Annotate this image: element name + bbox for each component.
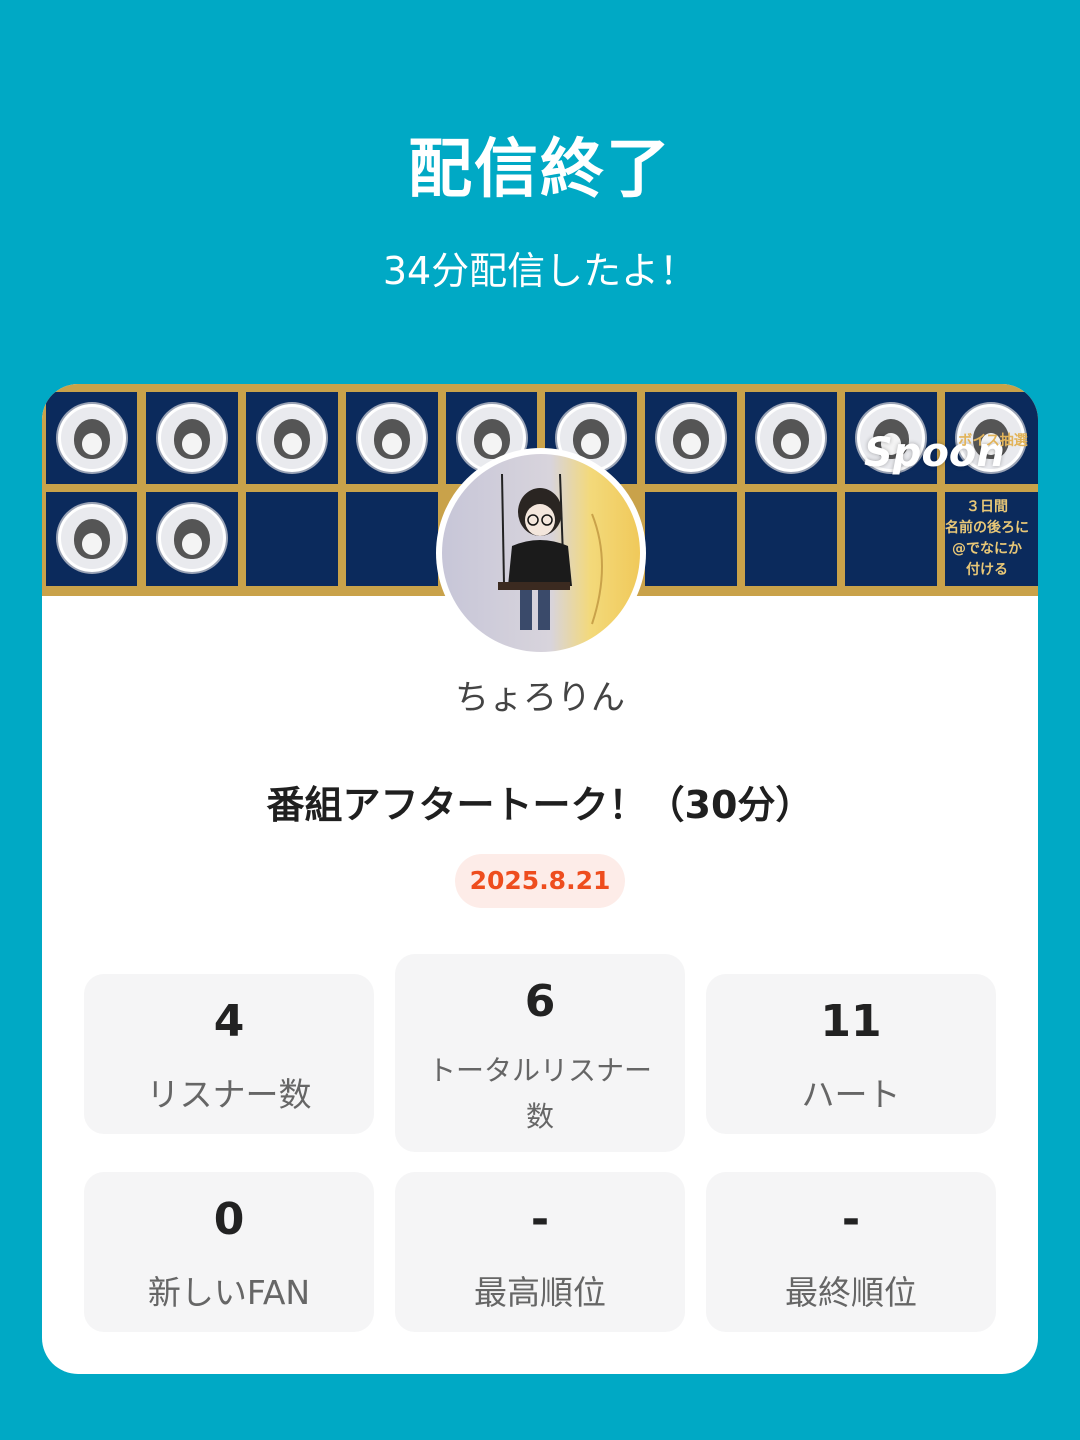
penguin-badge-icon — [58, 504, 126, 572]
stat-final-rank: - 最終順位 — [706, 1172, 996, 1332]
stat-new-fans: 0 新しいFAN — [84, 1172, 374, 1332]
stat-highest-rank: - 最高順位 — [395, 1172, 685, 1332]
stat-hearts: 11 ハート — [706, 974, 996, 1134]
broadcast-summary-card: Spoon ボイス抽選 ３日間 名前の後ろに @でなにか 付ける ちょろりん 番… — [42, 384, 1038, 1374]
stat-value: 4 — [213, 996, 245, 1047]
avatar-illustration-icon — [442, 454, 640, 652]
page-title: 配信終了 — [408, 133, 672, 207]
penguin-badge-icon — [158, 504, 226, 572]
stat-value: 6 — [524, 976, 556, 1027]
stat-label: リスナー数 — [146, 1075, 312, 1114]
stat-value: 0 — [213, 1194, 245, 1245]
stat-label: ハート — [801, 1075, 901, 1114]
penguin-badge-icon — [158, 404, 226, 472]
date-badge: 2025.8.21 — [455, 854, 625, 908]
program-title: 番組アフタートーク！（30分） — [266, 783, 814, 827]
user-name: ちょろりん — [455, 678, 625, 718]
stat-value: - — [841, 1194, 861, 1245]
stat-label: 新しいFAN — [147, 1273, 311, 1312]
penguin-badge-icon — [58, 404, 126, 472]
avatar[interactable] — [436, 448, 646, 658]
penguin-badge-icon — [757, 404, 825, 472]
banner-tag: ボイス抽選 — [958, 433, 1028, 449]
stat-listeners: 4 リスナー数 — [84, 974, 374, 1134]
penguin-badge-icon — [358, 404, 426, 472]
penguin-badge-icon — [657, 404, 725, 472]
broadcast-duration-text: 34分配信したよ！ — [382, 249, 698, 293]
penguin-badge-icon — [258, 404, 326, 472]
banner-note: ３日間 名前の後ろに @でなにか 付ける — [945, 499, 1029, 578]
stat-total-listeners: 6 トータルリスナー数 — [395, 954, 685, 1152]
stat-value: 11 — [820, 996, 882, 1047]
stat-label: 最高順位 — [474, 1273, 606, 1312]
stat-label: 最終順位 — [785, 1273, 917, 1312]
stat-value: - — [530, 1194, 550, 1245]
stat-label: トータルリスナー数 — [427, 1054, 652, 1133]
